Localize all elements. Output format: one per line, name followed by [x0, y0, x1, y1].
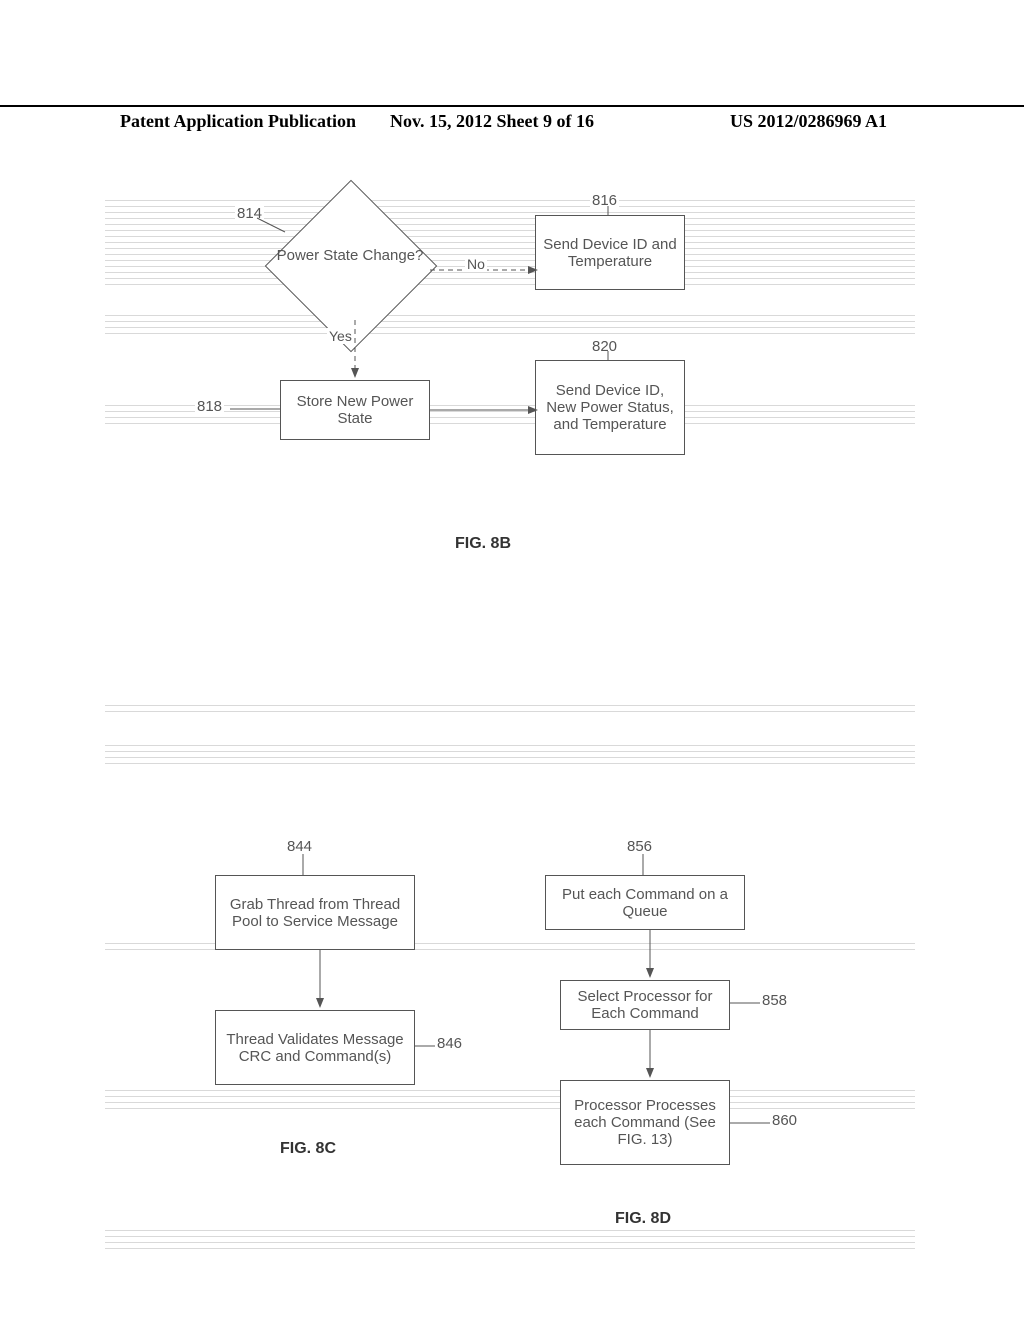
caption-fig8c: FIG. 8C	[280, 1140, 336, 1158]
leader-856	[640, 854, 646, 876]
label-no: No	[465, 256, 487, 272]
decision-text: Power State Change?	[270, 247, 430, 264]
leader-846	[415, 1043, 435, 1049]
arrow-844-846	[310, 950, 330, 1010]
leader-818	[230, 406, 280, 412]
box-store-power-state: Store New Power State	[280, 380, 430, 440]
box-put-command-queue: Put each Command on a Queue	[545, 875, 745, 930]
leader-814	[257, 218, 287, 238]
box-send-id-power-temp: Send Device ID, New Power Status, and Te…	[535, 360, 685, 455]
hatch-band	[105, 1085, 915, 1113]
box-send-id-temp: Send Device ID and Temperature	[535, 215, 685, 290]
caption-fig8b: FIG. 8B	[455, 535, 511, 553]
leader-844	[300, 854, 306, 876]
ref-818: 818	[195, 398, 224, 415]
leader-820	[605, 351, 611, 361]
ref-846: 846	[435, 1035, 464, 1052]
hatch-band	[105, 700, 915, 712]
leader-860	[730, 1120, 770, 1126]
leader-858	[730, 1000, 760, 1006]
label-yes: Yes	[327, 328, 354, 344]
arrow-818-820	[430, 405, 540, 415]
box-processor-processes: Processor Processes each Command (See FI…	[560, 1080, 730, 1165]
header-mid: Nov. 15, 2012 Sheet 9 of 16	[390, 111, 594, 132]
leader-816	[605, 206, 611, 216]
hatch-band	[105, 740, 915, 768]
header-left: Patent Application Publication	[120, 111, 356, 132]
box-grab-thread: Grab Thread from Thread Pool to Service …	[215, 875, 415, 950]
box-thread-validates: Thread Validates Message CRC and Command…	[215, 1010, 415, 1085]
ref-858: 858	[760, 992, 789, 1009]
caption-fig8d: FIG. 8D	[615, 1210, 671, 1228]
header-right: US 2012/0286969 A1	[730, 111, 887, 132]
ref-860: 860	[770, 1112, 799, 1129]
hatch-band	[105, 1225, 915, 1249]
arrow-856-858	[640, 930, 660, 980]
ref-856: 856	[625, 838, 654, 855]
arrow-858-860	[640, 1030, 660, 1080]
ref-844: 844	[285, 838, 314, 855]
decision-power-state-change: Power State Change?	[270, 215, 430, 335]
hatch-band	[105, 310, 915, 338]
page-header: Patent Application Publication Nov. 15, …	[0, 105, 1024, 111]
box-select-processor: Select Processor for Each Command	[560, 980, 730, 1030]
